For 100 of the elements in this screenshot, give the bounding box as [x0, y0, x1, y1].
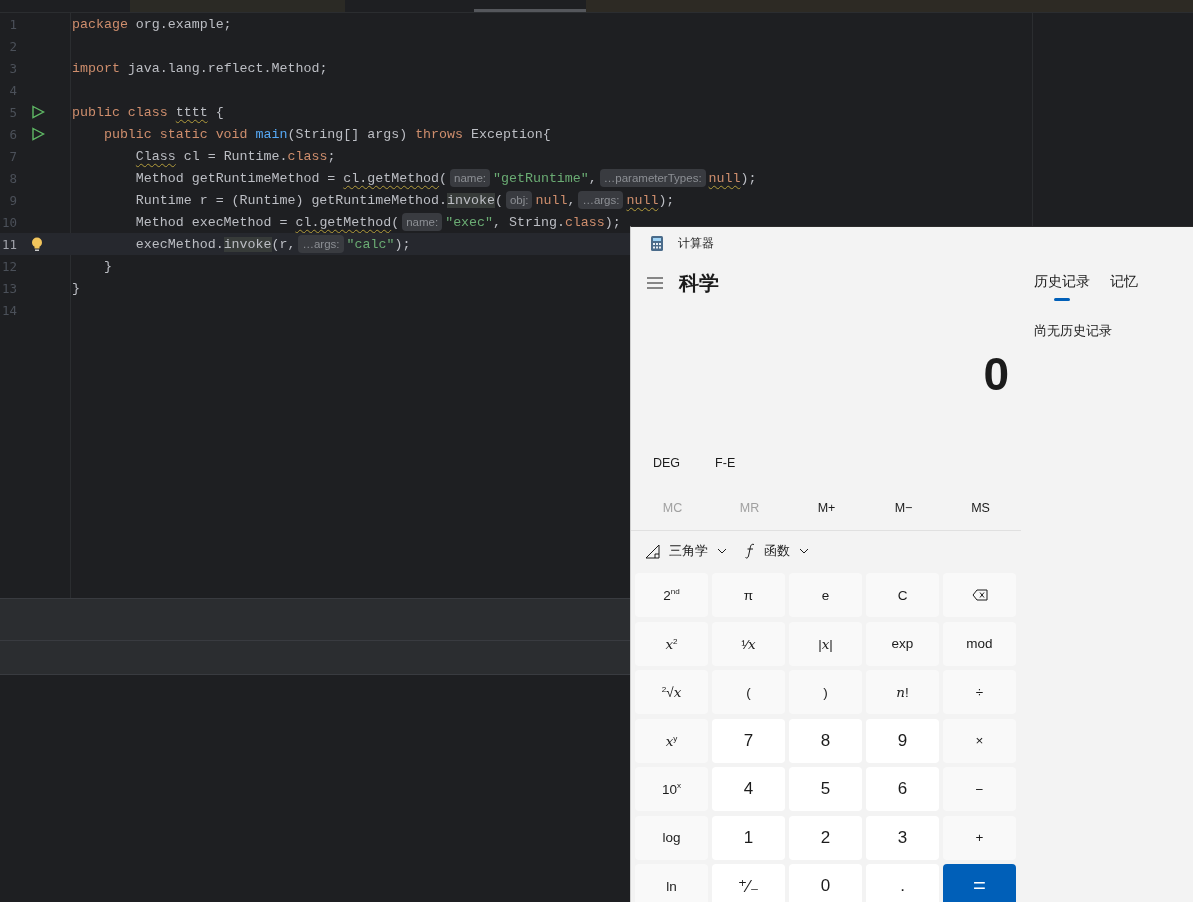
- code-text: ;: [327, 148, 336, 164]
- calculator-icon: [651, 236, 663, 251]
- code-text: (r,: [271, 236, 296, 252]
- function-icon: [745, 543, 755, 559]
- chevron-down-icon: [717, 548, 727, 554]
- memory-button[interactable]: M−: [865, 492, 942, 523]
- function-key[interactable]: C: [866, 573, 939, 617]
- string-literal: "getRuntime": [493, 170, 589, 186]
- code-text: tttt: [175, 104, 208, 120]
- code-text: );: [740, 170, 757, 186]
- code-text: java.lang.reflect.Method;: [127, 60, 328, 76]
- function-key[interactable]: e: [789, 573, 862, 617]
- function-key[interactable]: |x|: [789, 621, 862, 666]
- code-text: );: [658, 192, 675, 208]
- dropdown-button[interactable]: 三角学: [643, 538, 729, 564]
- mode-title: 科学: [679, 270, 719, 296]
- function-key[interactable]: log: [635, 815, 708, 860]
- digit-key[interactable]: 0: [789, 864, 862, 902]
- digit-key[interactable]: 3: [866, 815, 939, 860]
- string-literal: "calc": [346, 236, 395, 252]
- pane-tab[interactable]: 历史记录: [1034, 265, 1090, 301]
- menu-icon[interactable]: [647, 277, 663, 289]
- code-text: invoke: [447, 192, 495, 208]
- code-text: invoke: [223, 236, 272, 252]
- display-value: 0: [983, 346, 1009, 401]
- memory-button[interactable]: MS: [942, 492, 1019, 523]
- code-text: (: [439, 170, 448, 186]
- function-key[interactable]: (: [712, 670, 785, 714]
- function-key[interactable]: x$^{2}$: [635, 621, 708, 666]
- keyword: null: [708, 170, 741, 186]
- mode-toggle-button[interactable]: F-E: [699, 450, 752, 476]
- code-text: org.example;: [135, 16, 232, 32]
- keyword: public class: [72, 104, 169, 120]
- code-text: (: [494, 192, 503, 208]
- digit-key[interactable]: 2: [789, 815, 862, 860]
- function-key[interactable]: ¹⁄x: [712, 621, 785, 666]
- inlay-hint: name:: [450, 169, 491, 187]
- keyword: null: [626, 192, 659, 208]
- function-key[interactable]: ): [789, 670, 862, 714]
- code-text: {: [215, 104, 224, 120]
- code-text: cl.getMethod: [343, 170, 440, 186]
- function-key[interactable]: $^{2}$√x: [635, 670, 708, 714]
- inlay-hint: obj:: [505, 191, 533, 209]
- run-icon[interactable]: [31, 105, 45, 119]
- function-key[interactable]: n!: [866, 670, 939, 714]
- backspace-key[interactable]: [943, 573, 1016, 617]
- code-text: (String[] args): [287, 126, 409, 142]
- code-text: ,: [588, 170, 597, 186]
- code-text: Method getRuntimeMethod =: [135, 170, 337, 186]
- code-text: Method execMethod =: [135, 214, 289, 230]
- keyword: throws: [415, 126, 463, 142]
- empty-history-text: 尚无历史记录: [1034, 322, 1112, 340]
- digit-key[interactable]: ⁺⁄₋: [712, 864, 785, 902]
- inlay-hint: name:: [402, 213, 443, 231]
- keyword: package: [72, 16, 128, 32]
- string-literal: "exec": [445, 214, 494, 230]
- function-key[interactable]: 2$^{nd}$: [635, 573, 708, 617]
- keyword: class: [564, 214, 605, 230]
- dropdown-button[interactable]: 函数: [743, 538, 811, 564]
- code-text: }: [103, 258, 112, 274]
- digit-key[interactable]: 8: [789, 718, 862, 763]
- equals-key[interactable]: =: [943, 864, 1016, 902]
- code-text: }: [72, 280, 80, 296]
- digit-key[interactable]: 7: [712, 718, 785, 763]
- digit-key[interactable]: 4: [712, 767, 785, 811]
- mode-toggle-button[interactable]: DEG: [637, 450, 697, 476]
- code-text: cl.getMethod: [295, 214, 392, 230]
- run-icon[interactable]: [31, 127, 45, 141]
- code-text: cl = Runtime.: [183, 148, 288, 164]
- digit-key[interactable]: 5: [789, 767, 862, 811]
- code-text: Class: [135, 148, 176, 164]
- method-name: main: [255, 126, 288, 142]
- function-key[interactable]: 10$^{x}$: [635, 767, 708, 811]
- function-key[interactable]: −: [943, 767, 1016, 811]
- inlay-hint: …args:: [298, 235, 344, 253]
- keyword: public static void: [103, 126, 249, 142]
- inlay-hint: …parameterTypes:: [599, 169, 706, 187]
- function-key[interactable]: exp: [866, 621, 939, 666]
- function-key[interactable]: mod: [943, 621, 1016, 666]
- code-text: execMethod.: [135, 236, 224, 252]
- function-key[interactable]: ×: [943, 718, 1016, 763]
- keyword: null: [535, 192, 568, 208]
- code-text: Runtime r = (Runtime) getRuntimeMethod.: [135, 192, 448, 208]
- function-key[interactable]: +: [943, 815, 1016, 860]
- memory-button[interactable]: M+: [788, 492, 865, 523]
- digit-key[interactable]: 1: [712, 815, 785, 860]
- code-text: (: [391, 214, 400, 230]
- function-key[interactable]: x$^{y}$: [635, 718, 708, 763]
- digit-key[interactable]: 9: [866, 718, 939, 763]
- lightbulb-icon[interactable]: [31, 236, 43, 252]
- digit-key[interactable]: .: [866, 864, 939, 902]
- pane-tab[interactable]: 记忆: [1110, 265, 1138, 301]
- function-key[interactable]: ln: [635, 864, 708, 902]
- code-text: , String.: [493, 214, 565, 230]
- code-text: ,: [567, 192, 576, 208]
- digit-key[interactable]: 6: [866, 767, 939, 811]
- code-text: Exception{: [471, 126, 551, 142]
- function-key[interactable]: π: [712, 573, 785, 617]
- function-key[interactable]: ÷: [943, 670, 1016, 714]
- keyword: import: [72, 60, 120, 76]
